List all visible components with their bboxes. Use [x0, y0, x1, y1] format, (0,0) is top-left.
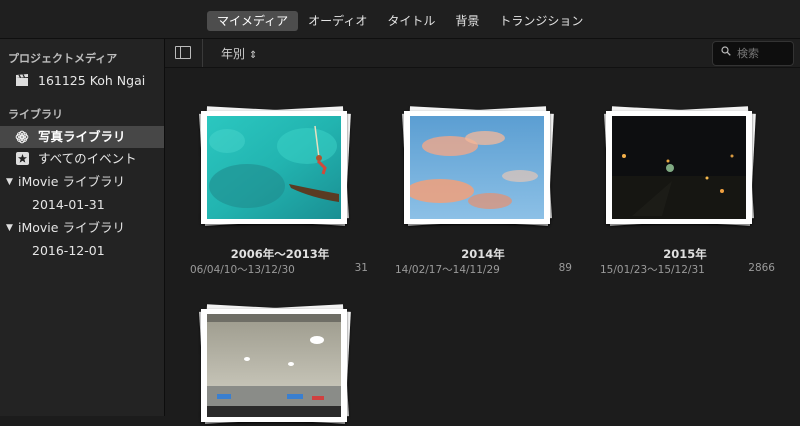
sidebar-item-label: 2014-01-31	[32, 197, 105, 212]
sidebar-item-event-2014-01-31[interactable]: 2014-01-31	[0, 194, 164, 216]
search-field[interactable]	[712, 41, 794, 66]
sidebar-item-photos-library[interactable]: 写真ライブラリ	[0, 126, 164, 148]
library-heading: ライブラリ	[8, 108, 63, 121]
sidebar-item-library-2[interactable]: ▼ iMovie ライブラリ	[0, 217, 164, 239]
photo-stack	[402, 106, 554, 228]
tab-my-media[interactable]: マイメディア	[207, 11, 299, 31]
chevron-updown-icon: ⇕	[249, 50, 258, 61]
toolbar-divider	[202, 39, 203, 67]
sidebar-item-library-1[interactable]: ▼ iMovie ライブラリ	[0, 171, 164, 193]
disclosure-triangle-icon[interactable]: ▼	[6, 171, 13, 193]
sidebar-item-label: すべてのイベント	[38, 151, 137, 166]
sidebar-toggle-icon[interactable]	[175, 46, 191, 59]
sidebar-item-project[interactable]: 161125 Koh Ngai	[0, 70, 164, 92]
media-tabs: マイメディア オーディオ タイトル 背景 トランジション	[207, 11, 593, 31]
event-thumbnail-image	[207, 314, 341, 417]
sidebar-item-label: iMovie ライブラリ	[18, 174, 125, 189]
clapperboard-icon	[14, 74, 30, 88]
event-title: 2014年	[461, 247, 505, 261]
event-date-range: 06/04/10〜13/12/30	[190, 264, 295, 276]
sidebar-item-label: 2016-12-01	[32, 243, 105, 258]
photo-stack	[199, 304, 351, 426]
event-date-range: 14/02/17〜14/11/29	[395, 264, 500, 276]
photos-flower-icon	[14, 130, 30, 144]
event-title: 2006年〜2013年	[230, 247, 330, 261]
sidebar-item-label: iMovie ライブラリ	[18, 220, 125, 235]
disclosure-triangle-icon[interactable]: ▼	[6, 217, 13, 239]
sidebar-item-all-events[interactable]: すべてのイベント	[0, 148, 164, 170]
sort-label: 年別	[221, 47, 246, 61]
tab-backgrounds[interactable]: 背景	[445, 11, 489, 31]
event-item-count: 31	[354, 262, 368, 274]
sort-menu[interactable]: 年別 ⇕	[221, 45, 257, 62]
tab-titles[interactable]: タイトル	[377, 11, 445, 31]
sidebar-item-label: 写真ライブラリ	[38, 129, 126, 144]
event-item-count: 2866	[748, 262, 775, 274]
photo-stack	[604, 106, 756, 228]
sidebar-item-event-2016-12-01[interactable]: 2016-12-01	[0, 240, 164, 262]
browser-toolbar: 年別 ⇕	[165, 39, 800, 68]
libraries-sidebar: プロジェクトメディア 161125 Koh Ngai ライブラリ 写真ライブラリ…	[0, 39, 165, 416]
event-date-range: 15/01/23〜15/12/31	[600, 264, 705, 276]
event-thumbnail-image	[612, 116, 746, 219]
event-thumbnail-image	[410, 116, 544, 219]
star-icon	[14, 152, 30, 166]
event-thumbnail-image	[207, 116, 341, 219]
tab-transitions[interactable]: トランジション	[489, 11, 593, 31]
event-title: 2015年	[663, 247, 707, 261]
search-icon	[721, 46, 731, 56]
tab-audio[interactable]: オーディオ	[298, 11, 377, 31]
event-item-count: 89	[558, 262, 572, 274]
event-grid: 2006年〜2013年 06/04/10〜13/12/30 31 2014年 1…	[165, 68, 800, 424]
sidebar-item-label: 161125 Koh Ngai	[38, 73, 146, 88]
top-tab-bar: マイメディア オーディオ タイトル 背景 トランジション	[0, 0, 800, 39]
project-media-heading: プロジェクトメディア	[8, 52, 118, 65]
search-input[interactable]	[737, 45, 789, 61]
photo-stack	[199, 106, 351, 228]
